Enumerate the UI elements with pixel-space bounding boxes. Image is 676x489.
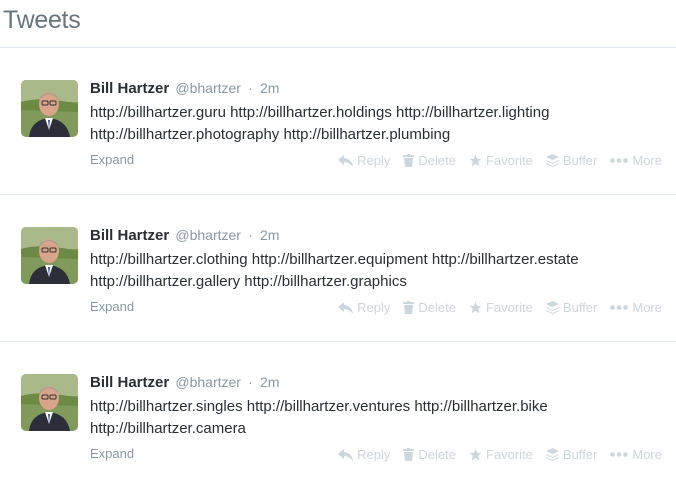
more-dots-icon bbox=[610, 158, 629, 163]
favorite-label: Favorite bbox=[485, 153, 533, 168]
avatar-photo-icon bbox=[21, 80, 78, 137]
tweet-header: Bill Hartzer @bhartzer · 2m bbox=[90, 374, 279, 391]
reply-icon bbox=[338, 154, 354, 167]
reply-label: Reply bbox=[357, 447, 391, 462]
favorite-label: Favorite bbox=[485, 300, 533, 315]
delete-label: Delete bbox=[418, 153, 456, 168]
tweet-fullname[interactable]: Bill Hartzer bbox=[90, 80, 169, 97]
favorite-button[interactable]: Favorite bbox=[469, 153, 533, 168]
more-label: More bbox=[632, 447, 662, 462]
avatar[interactable] bbox=[21, 374, 78, 431]
expand-link[interactable]: Expand bbox=[90, 152, 134, 167]
tweet-text-line[interactable]: http://billhartzer.guru http://billhartz… bbox=[90, 102, 670, 124]
trash-icon bbox=[403, 301, 415, 314]
more-dots-icon bbox=[610, 305, 629, 310]
tweet-text-line[interactable]: http://billhartzer.singles http://billha… bbox=[90, 396, 670, 418]
reply-icon bbox=[338, 448, 354, 461]
trash-icon bbox=[403, 154, 415, 167]
more-button[interactable]: More bbox=[610, 300, 662, 315]
delete-button[interactable]: Delete bbox=[403, 447, 456, 462]
reply-button[interactable]: Reply bbox=[338, 153, 390, 168]
tweet-timestamp[interactable]: 2m bbox=[260, 227, 279, 243]
tweet-actions: Reply Delete Favorite Buffer More bbox=[338, 447, 662, 462]
more-button[interactable]: More bbox=[610, 153, 662, 168]
star-icon bbox=[469, 301, 482, 314]
more-label: More bbox=[632, 300, 662, 315]
tweet-fullname[interactable]: Bill Hartzer bbox=[90, 374, 169, 391]
reply-icon bbox=[338, 301, 354, 314]
tweet-username[interactable]: @bhartzer bbox=[175, 227, 241, 243]
buffer-button[interactable]: Buffer bbox=[545, 300, 598, 315]
buffer-label: Buffer bbox=[562, 447, 598, 462]
avatar-photo-icon bbox=[21, 374, 78, 431]
tweet-actions: Reply Delete Favorite Buffer More bbox=[338, 300, 662, 315]
tweet-text-line[interactable]: http://billhartzer.clothing http://billh… bbox=[90, 249, 670, 271]
reply-button[interactable]: Reply bbox=[338, 300, 390, 315]
avatar[interactable] bbox=[21, 227, 78, 284]
favorite-label: Favorite bbox=[485, 447, 533, 462]
reply-label: Reply bbox=[357, 153, 391, 168]
tweet-text: http://billhartzer.clothing http://billh… bbox=[90, 249, 670, 293]
expand-link[interactable]: Expand bbox=[90, 299, 134, 314]
buffer-button[interactable]: Buffer bbox=[545, 153, 598, 168]
tweet-text: http://billhartzer.guru http://billhartz… bbox=[90, 102, 670, 146]
avatar[interactable] bbox=[21, 80, 78, 137]
delete-button[interactable]: Delete bbox=[403, 300, 456, 315]
tweet-username[interactable]: @bhartzer bbox=[175, 374, 241, 390]
favorite-button[interactable]: Favorite bbox=[469, 300, 533, 315]
tweet[interactable]: Bill Hartzer @bhartzer · 2m http://billh… bbox=[0, 342, 676, 489]
tweet-header: Bill Hartzer @bhartzer · 2m bbox=[90, 80, 279, 97]
buffer-icon bbox=[545, 154, 559, 167]
tweet-text: http://billhartzer.singles http://billha… bbox=[90, 396, 670, 440]
tweet-text-line[interactable]: http://billhartzer.photography http://bi… bbox=[90, 124, 670, 146]
tweet-header: Bill Hartzer @bhartzer · 2m bbox=[90, 227, 279, 244]
tweet-timestamp[interactable]: 2m bbox=[260, 374, 279, 390]
more-label: More bbox=[632, 153, 662, 168]
star-icon bbox=[469, 448, 482, 461]
tweet-text-line[interactable]: http://billhartzer.gallery http://billha… bbox=[90, 271, 670, 293]
more-dots-icon bbox=[610, 452, 629, 457]
buffer-icon bbox=[545, 448, 559, 461]
trash-icon bbox=[403, 448, 415, 461]
avatar-photo-icon bbox=[21, 227, 78, 284]
buffer-button[interactable]: Buffer bbox=[545, 447, 598, 462]
delete-label: Delete bbox=[418, 300, 456, 315]
stream-header: Tweets bbox=[0, 0, 676, 48]
reply-label: Reply bbox=[357, 300, 391, 315]
tweet-separator: · bbox=[248, 374, 253, 390]
delete-label: Delete bbox=[418, 447, 456, 462]
page-title: Tweets bbox=[3, 6, 81, 34]
buffer-icon bbox=[545, 301, 559, 314]
tweet[interactable]: Bill Hartzer @bhartzer · 2m http://billh… bbox=[0, 195, 676, 342]
tweet-separator: · bbox=[248, 80, 253, 96]
reply-button[interactable]: Reply bbox=[338, 447, 390, 462]
more-button[interactable]: More bbox=[610, 447, 662, 462]
favorite-button[interactable]: Favorite bbox=[469, 447, 533, 462]
expand-link[interactable]: Expand bbox=[90, 446, 134, 461]
tweet-fullname[interactable]: Bill Hartzer bbox=[90, 227, 169, 244]
tweet-actions: Reply Delete Favorite Buffer More bbox=[338, 153, 662, 168]
tweet[interactable]: Bill Hartzer @bhartzer · 2m http://billh… bbox=[0, 48, 676, 195]
tweet-separator: · bbox=[248, 227, 253, 243]
tweet-username[interactable]: @bhartzer bbox=[175, 80, 241, 96]
buffer-label: Buffer bbox=[562, 300, 598, 315]
tweet-text-line[interactable]: http://billhartzer.camera bbox=[90, 418, 670, 440]
buffer-label: Buffer bbox=[562, 153, 598, 168]
star-icon bbox=[469, 154, 482, 167]
tweet-timestamp[interactable]: 2m bbox=[260, 80, 279, 96]
delete-button[interactable]: Delete bbox=[403, 153, 456, 168]
